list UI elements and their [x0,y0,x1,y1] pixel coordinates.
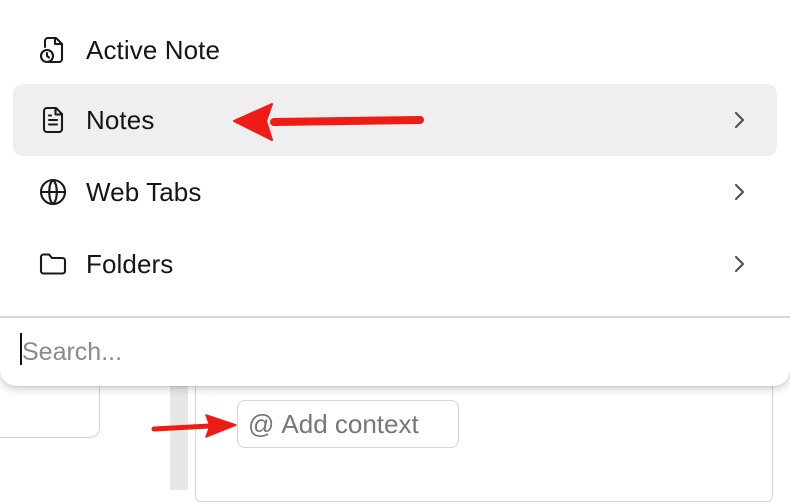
chevron-right-icon [734,255,745,273]
context-menu-popup: Active Note Notes Web Tabs Folders Searc… [0,0,790,386]
folder-icon [37,248,69,280]
at-symbol: @ [248,408,275,439]
add-context-label: Add context [281,408,419,439]
menu-item-label: Web Tabs [86,176,202,207]
annotation-arrow-notes [233,103,424,141]
popup-divider [0,316,790,318]
add-context-button[interactable]: @ Add context [237,400,459,448]
globe-icon [37,176,69,208]
annotation-arrow-add-context [151,414,237,438]
menu-item-label: Folders [86,248,174,279]
menu-item-label: Active Note [86,34,221,65]
menu-item-label: Notes [86,104,155,135]
chevron-right-icon [734,183,745,201]
note-clock-icon [37,34,69,66]
text-caret [20,333,22,365]
search-input[interactable] [18,328,762,376]
document-icon [37,104,69,136]
menu-item-active-note[interactable]: Active Note [13,14,777,86]
menu-item-folders[interactable]: Folders [13,228,777,300]
menu-item-web-tabs[interactable]: Web Tabs [13,156,777,228]
chevron-right-icon [734,111,745,129]
